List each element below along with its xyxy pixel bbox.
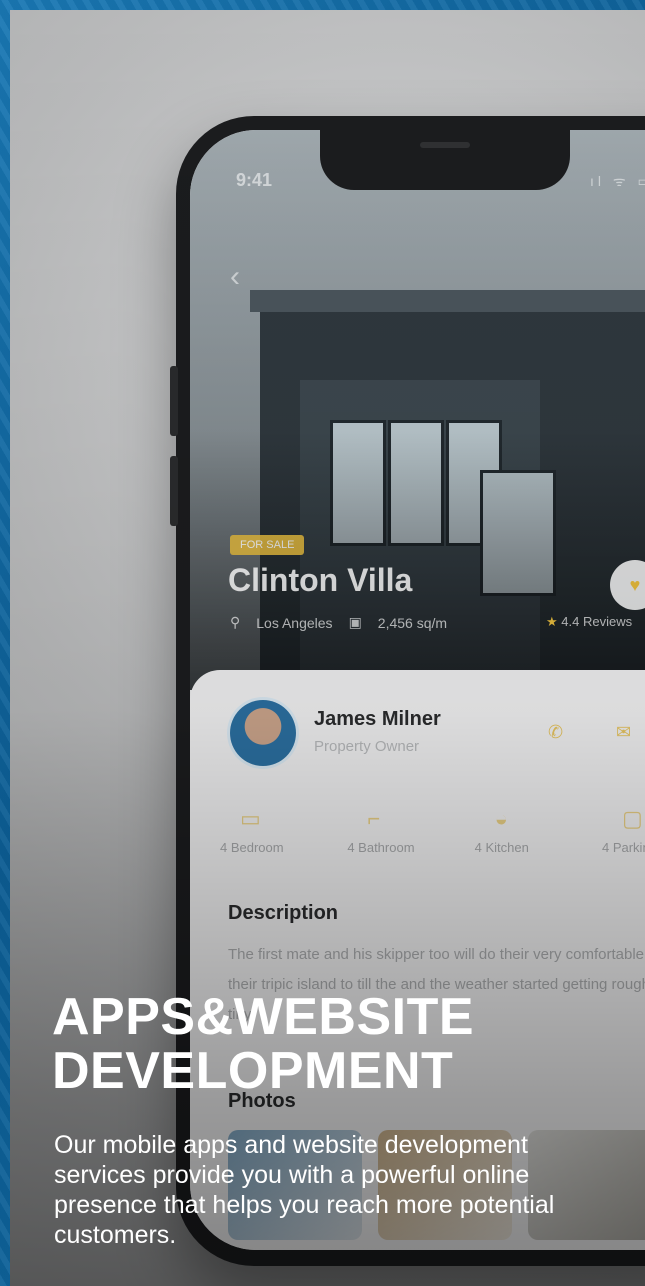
area-icon: ▣ xyxy=(348,614,362,630)
amenity-label: 4 Parking xyxy=(601,840,645,855)
amenities-row: ▭ 4 Bedroom ⌐ 4 Bathroom ◒ 4 Kitchen ▢ 4… xyxy=(220,806,645,855)
amenity-parking: ▢ 4 Parking xyxy=(602,806,645,855)
status-icons: ıl ᯤ ▭ xyxy=(590,173,645,189)
property-meta: ⚲ Los Angeles ▣ 2,456 sq/m xyxy=(230,614,447,631)
kitchen-icon: ◒ xyxy=(494,806,508,831)
promo-card: 9:41 ıl ᯤ ▭ ‹ FOR SALE Clinton Villa ⚲ xyxy=(10,10,645,1286)
promo-headline: APPS&WEBSITE DEVELOPMENT xyxy=(52,990,572,1098)
promo-body: Our mobile apps and website development … xyxy=(54,1131,555,1249)
amenity-kitchen: ◒ 4 Kitchen xyxy=(475,806,593,855)
bed-icon: ▭ xyxy=(240,806,261,831)
description-heading: Description xyxy=(228,902,339,924)
property-location: Los Angeles xyxy=(256,614,333,631)
avatar xyxy=(230,700,296,766)
amenity-bathroom: ⌐ 4 Bathroom xyxy=(347,806,465,855)
location-icon: ⚲ xyxy=(230,614,241,630)
back-arrow-icon[interactable]: ‹ xyxy=(230,260,240,294)
status-time: 9:41 xyxy=(236,170,273,190)
phone-volume-button xyxy=(170,366,178,436)
phone-notch xyxy=(320,130,570,190)
speaker-grille xyxy=(420,142,470,148)
amenity-bedroom: ▭ 4 Bedroom xyxy=(220,806,338,855)
property-area: 2,456 sq/m xyxy=(377,614,448,631)
bath-icon: ⌐ xyxy=(367,806,381,831)
heart-icon: ♥ xyxy=(629,574,641,595)
property-rating: ★ 4.4 Reviews xyxy=(546,614,632,630)
parking-icon: ▢ xyxy=(621,806,643,831)
property-hero-image xyxy=(190,130,645,690)
rating-text: 4.4 Reviews xyxy=(561,614,633,629)
star-icon: ★ xyxy=(546,614,558,629)
owner-role: Property Owner xyxy=(314,738,420,755)
amenity-label: 4 Bedroom xyxy=(220,840,284,855)
headline-line-2: DEVELOPMENT xyxy=(52,1042,454,1100)
promo-frame: 9:41 ıl ᯤ ▭ ‹ FOR SALE Clinton Villa ⚲ xyxy=(0,0,645,1286)
message-icon[interactable]: ✉ xyxy=(616,722,631,743)
headline-line-1: APPS&WEBSITE xyxy=(52,988,475,1046)
phone-volume-button xyxy=(170,456,178,526)
amenity-label: 4 Kitchen xyxy=(474,840,529,855)
sale-badge: FOR SALE xyxy=(230,535,305,555)
property-title: Clinton Villa xyxy=(228,562,413,598)
hero-gradient xyxy=(190,430,645,690)
building-roof xyxy=(250,290,645,312)
amenity-label: 4 Bathroom xyxy=(347,840,415,855)
owner-name: James Milner xyxy=(314,708,441,730)
phone-icon[interactable]: ✆ xyxy=(548,722,563,743)
